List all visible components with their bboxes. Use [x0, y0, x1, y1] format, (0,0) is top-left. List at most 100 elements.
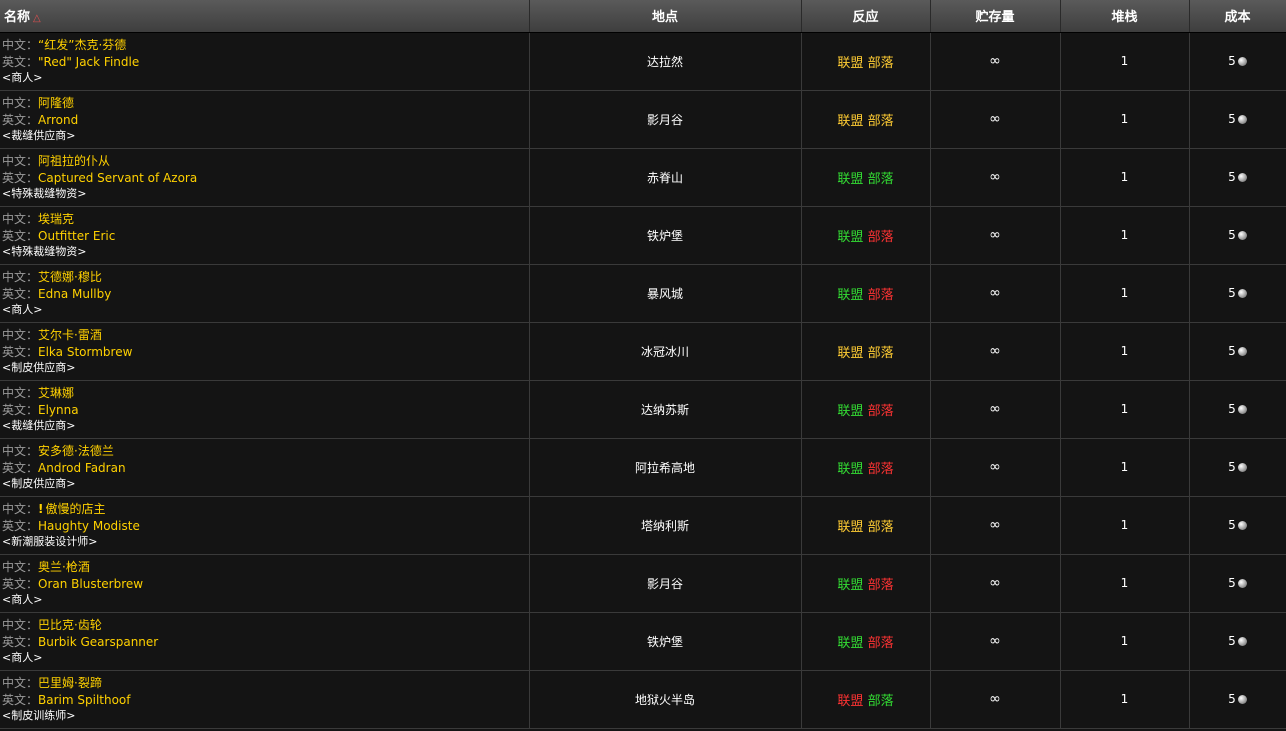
column-header-stack[interactable]: 堆栈 — [1060, 0, 1190, 33]
cost-value: 5 — [1228, 402, 1236, 416]
npc-cost: 5 — [1189, 264, 1286, 323]
cn-label: 中文： — [2, 676, 39, 690]
npc-en-name-link[interactable]: Captured Servant of Azora — [38, 171, 197, 185]
npc-cn-line: 中文：! 傲慢的店主 — [2, 501, 529, 518]
npc-en-line: 英文：Elynna — [2, 402, 529, 419]
npc-cn-name-link[interactable]: 艾尔卡·雷酒 — [38, 328, 102, 342]
npc-location[interactable]: 影月谷 — [529, 554, 802, 613]
npc-title: <商人> — [2, 303, 43, 316]
npc-en-name-link[interactable]: Outfitter Eric — [38, 229, 115, 243]
npc-en-line: 英文：Outfitter Eric — [2, 228, 529, 245]
npc-cn-name-link[interactable]: 奥兰·枪酒 — [38, 560, 90, 574]
npc-cn-line: 中文：艾琳娜 — [2, 385, 529, 402]
alliance-reaction: 联盟 — [837, 693, 864, 709]
alliance-reaction: 联盟 — [837, 345, 864, 361]
horde-reaction: 部落 — [867, 345, 894, 361]
npc-en-line: 英文：Elka Stormbrew — [2, 344, 529, 361]
npc-cn-name-link[interactable]: 埃瑞克 — [38, 212, 74, 226]
column-header-stock[interactable]: 贮存量 — [930, 0, 1061, 33]
npc-reaction: 联盟 部落 — [801, 612, 931, 671]
npc-cn-name-link[interactable]: 阿隆德 — [38, 96, 74, 110]
en-label: 英文： — [2, 345, 39, 359]
npc-title: <制皮供应商> — [2, 361, 76, 374]
en-label: 英文： — [2, 635, 39, 649]
silver-coin-icon — [1237, 347, 1247, 356]
table-header-row: 名称 △ 地点 反应 贮存量 堆栈 成本 — [0, 0, 1286, 33]
npc-cn-line: 中文：埃瑞克 — [2, 211, 529, 228]
npc-en-name-link[interactable]: Elka Stormbrew — [38, 345, 132, 359]
npc-en-name-link[interactable]: Edna Mullby — [38, 287, 111, 301]
npc-cn-line: 中文：“红发”杰克·芬德 — [2, 37, 529, 54]
npc-location[interactable]: 达纳苏斯 — [529, 380, 802, 439]
npc-location[interactable]: 冰冠冰川 — [529, 322, 802, 381]
npc-reaction: 联盟 部落 — [801, 90, 931, 149]
npc-location[interactable]: 暴风城 — [529, 264, 802, 323]
cn-label: 中文： — [2, 154, 39, 168]
silver-coin-icon — [1237, 463, 1247, 472]
alliance-reaction: 联盟 — [837, 229, 864, 245]
npc-location[interactable]: 铁炉堡 — [529, 612, 802, 671]
npc-location[interactable]: 地狱火半岛 — [529, 670, 802, 729]
npc-en-name-link[interactable]: Barim Spilthoof — [38, 693, 130, 707]
npc-en-line: 英文："Red" Jack Findle — [2, 54, 529, 71]
npc-cn-name-link[interactable]: 巴里姆·裂蹄 — [38, 676, 102, 690]
cost-value: 5 — [1228, 634, 1236, 648]
npc-location[interactable]: 塔纳利斯 — [529, 496, 802, 555]
npc-cn-name-link[interactable]: 傲慢的店主 — [46, 502, 106, 516]
npc-location[interactable]: 阿拉希高地 — [529, 438, 802, 497]
npc-location[interactable]: 影月谷 — [529, 90, 802, 149]
npc-location[interactable]: 达拉然 — [529, 32, 802, 91]
npc-en-name-link[interactable]: Oran Blusterbrew — [38, 577, 143, 591]
npc-cost: 5 — [1189, 32, 1286, 91]
cn-label: 中文： — [2, 38, 39, 52]
npc-name-cell: 中文：巴比克·齿轮 英文：Burbik Gearspanner <商人> — [0, 612, 530, 671]
npc-reaction: 联盟 部落 — [801, 554, 931, 613]
npc-en-name-link[interactable]: Haughty Modiste — [38, 519, 140, 533]
npc-stack: 1 — [1060, 90, 1190, 149]
npc-name-cell: 中文：阿隆德 英文：Arrond <裁缝供应商> — [0, 90, 530, 149]
npc-en-name-link[interactable]: Arrond — [38, 113, 78, 127]
npc-cn-line: 中文：奥兰·枪酒 — [2, 559, 529, 576]
npc-stock: ∞ — [930, 32, 1061, 91]
npc-cn-name-link[interactable]: “红发”杰克·芬德 — [38, 38, 126, 52]
horde-reaction: 部落 — [867, 287, 894, 303]
npc-cost: 5 — [1189, 206, 1286, 265]
npc-stock: ∞ — [930, 148, 1061, 207]
npc-name-cell: 中文：阿祖拉的仆从 英文：Captured Servant of Azora <… — [0, 148, 530, 207]
npc-en-name-link[interactable]: Androd Fadran — [38, 461, 126, 475]
npc-reaction: 联盟 部落 — [801, 380, 931, 439]
npc-en-name-link[interactable]: Elynna — [38, 403, 79, 417]
npc-cn-name-link[interactable]: 艾德娜·穆比 — [38, 270, 102, 284]
npc-cn-name-link[interactable]: 安多德·法德兰 — [38, 444, 114, 458]
npc-en-name-link[interactable]: Burbik Gearspanner — [38, 635, 158, 649]
column-header-location[interactable]: 地点 — [529, 0, 802, 33]
npc-cn-name-link[interactable]: 阿祖拉的仆从 — [38, 154, 110, 168]
npc-cost: 5 — [1189, 380, 1286, 439]
column-header-name[interactable]: 名称 △ — [0, 0, 530, 33]
npc-location[interactable]: 赤脊山 — [529, 148, 802, 207]
npc-title: <商人> — [2, 651, 43, 664]
column-header-react[interactable]: 反应 — [801, 0, 931, 33]
npc-cost: 5 — [1189, 90, 1286, 149]
alliance-reaction: 联盟 — [837, 577, 864, 593]
npc-stock: ∞ — [930, 612, 1061, 671]
cn-label: 中文： — [2, 502, 39, 516]
npc-cn-line: 中文：阿隆德 — [2, 95, 529, 112]
horde-reaction: 部落 — [867, 113, 894, 129]
table-row: 中文：阿祖拉的仆从 英文：Captured Servant of Azora <… — [0, 148, 1286, 207]
table-row: 中文：“红发”杰克·芬德 英文："Red" Jack Findle <商人> 达… — [0, 32, 1286, 91]
npc-title: <裁缝供应商> — [2, 419, 76, 432]
npc-cn-name-link[interactable]: 艾琳娜 — [38, 386, 74, 400]
alliance-reaction: 联盟 — [837, 461, 864, 477]
npc-stock: ∞ — [930, 496, 1061, 555]
cost-value: 5 — [1228, 112, 1236, 126]
en-label: 英文： — [2, 693, 39, 707]
npc-cn-name-link[interactable]: 巴比克·齿轮 — [38, 618, 102, 632]
npc-en-name-link[interactable]: "Red" Jack Findle — [38, 55, 139, 69]
npc-stock: ∞ — [930, 380, 1061, 439]
npc-name-cell: 中文：艾尔卡·雷酒 英文：Elka Stormbrew <制皮供应商> — [0, 322, 530, 381]
column-header-cost[interactable]: 成本 — [1189, 0, 1286, 33]
npc-title: <特殊裁缝物资> — [2, 245, 87, 258]
npc-cost: 5 — [1189, 148, 1286, 207]
npc-location[interactable]: 铁炉堡 — [529, 206, 802, 265]
